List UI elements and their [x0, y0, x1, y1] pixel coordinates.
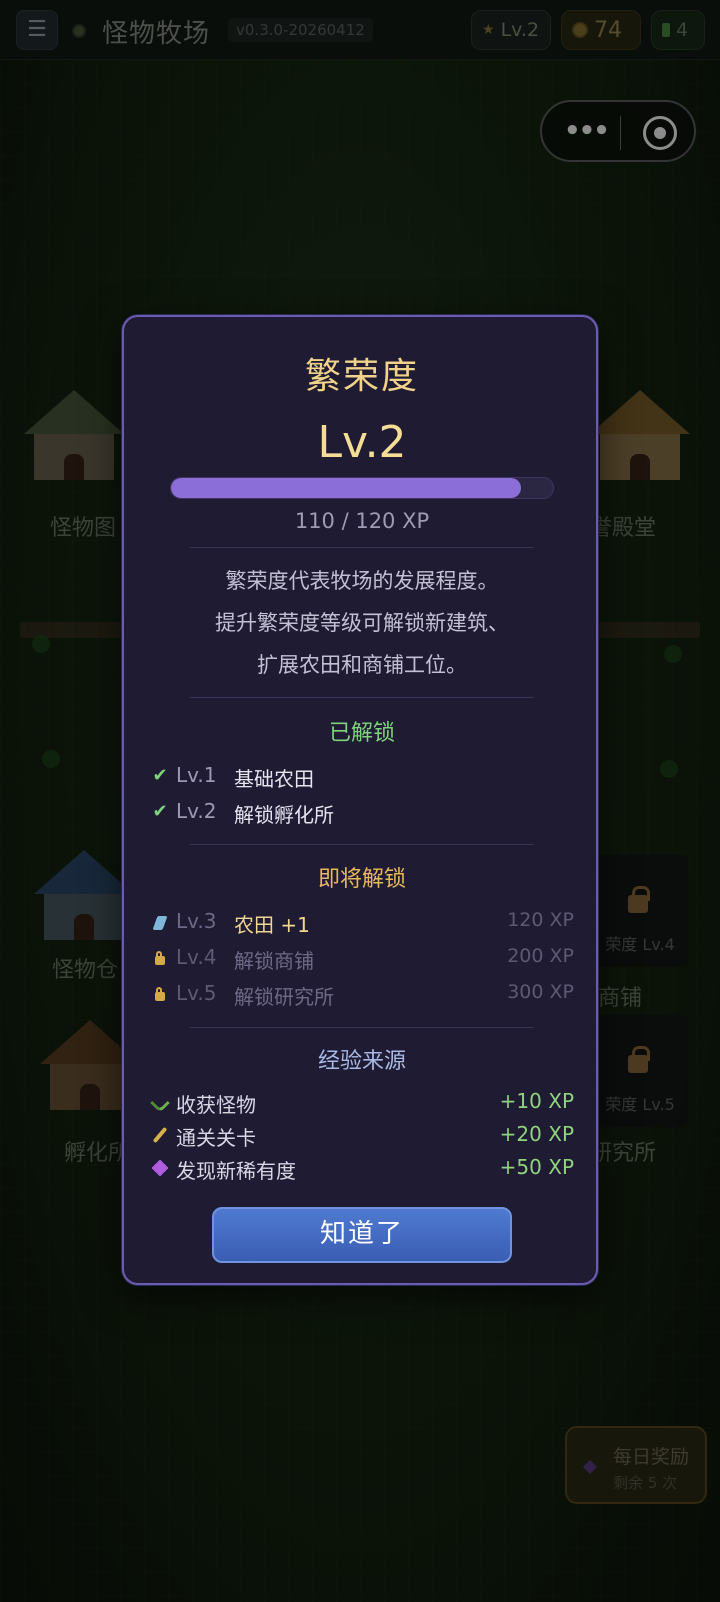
upcoming-xp: 120 XP: [507, 909, 574, 931]
xp-source-value: +10 XP: [499, 1089, 574, 1113]
unlocked-section-title: 已解锁: [328, 721, 395, 746]
upcoming-item: Lv.4 解锁商铺 200 XP: [150, 945, 574, 975]
upcoming-name: 解锁商铺: [234, 949, 314, 973]
crystal-icon: [150, 911, 170, 935]
upcoming-level: Lv.3: [176, 909, 217, 933]
description-line: 繁荣度代表牧场的发展程度。: [225, 569, 499, 593]
prosperity-level: Lv.2: [317, 417, 407, 468]
divider: [190, 1027, 534, 1028]
xp-source-name: 通关关卡: [176, 1126, 256, 1150]
xp-progress-fill: [171, 478, 522, 498]
unlock-level: Lv.1: [176, 763, 217, 787]
xp-source-value: +20 XP: [499, 1122, 574, 1146]
xp-progress-bar: [170, 477, 554, 499]
xp-source-name: 发现新稀有度: [176, 1159, 296, 1183]
description-line: 提升繁荣度等级可解锁新建筑、: [215, 611, 509, 635]
xp-source-item: 通关关卡 +20 XP: [150, 1122, 574, 1152]
modal-title: 繁荣度: [304, 356, 419, 397]
xp-source-name: 收获怪物: [176, 1093, 256, 1117]
upcoming-name: 解锁研究所: [234, 985, 334, 1009]
check-icon: ✔: [152, 801, 168, 822]
unlock-name: 基础农田: [234, 767, 314, 791]
divider: [190, 547, 534, 548]
unlock-level: Lv.2: [176, 799, 217, 823]
xp-source-value: +50 XP: [499, 1155, 574, 1179]
got-it-button[interactable]: 知道了: [212, 1207, 512, 1263]
divider: [190, 844, 534, 845]
upcoming-xp: 300 XP: [507, 981, 574, 1003]
sprout-icon: [150, 1092, 170, 1114]
description-line: 扩展农田和商铺工位。: [257, 653, 467, 677]
unlocked-item: ✔ Lv.2 解锁孵化所: [150, 799, 574, 829]
unlocked-item: ✔ Lv.1 基础农田: [150, 763, 574, 793]
unlock-name: 解锁孵化所: [234, 803, 334, 827]
upcoming-level: Lv.5: [176, 981, 217, 1005]
lock-icon: [150, 983, 170, 1007]
sword-icon: [150, 1125, 170, 1147]
xp-text: 110 / 120 XP: [294, 509, 430, 533]
prosperity-modal: 繁荣度 Lv.2 110 / 120 XP 繁荣度代表牧场的发展程度。 提升繁荣…: [122, 315, 598, 1285]
upcoming-level: Lv.4: [176, 945, 217, 969]
upcoming-item: Lv.3 农田 +1 120 XP: [150, 909, 574, 939]
upcoming-xp: 200 XP: [507, 945, 574, 967]
lock-icon: [150, 947, 170, 971]
upcoming-section-title: 即将解锁: [317, 867, 406, 892]
xp-source-item: 收获怪物 +10 XP: [150, 1089, 574, 1119]
gem-icon: [150, 1158, 170, 1180]
upcoming-item: Lv.5 解锁研究所 300 XP: [150, 981, 574, 1011]
divider: [190, 697, 534, 698]
check-icon: ✔: [152, 765, 168, 786]
upcoming-name: 农田 +1: [234, 913, 310, 937]
xp-source-section-title: 经验来源: [317, 1049, 406, 1074]
xp-source-item: 发现新稀有度 +50 XP: [150, 1155, 574, 1185]
